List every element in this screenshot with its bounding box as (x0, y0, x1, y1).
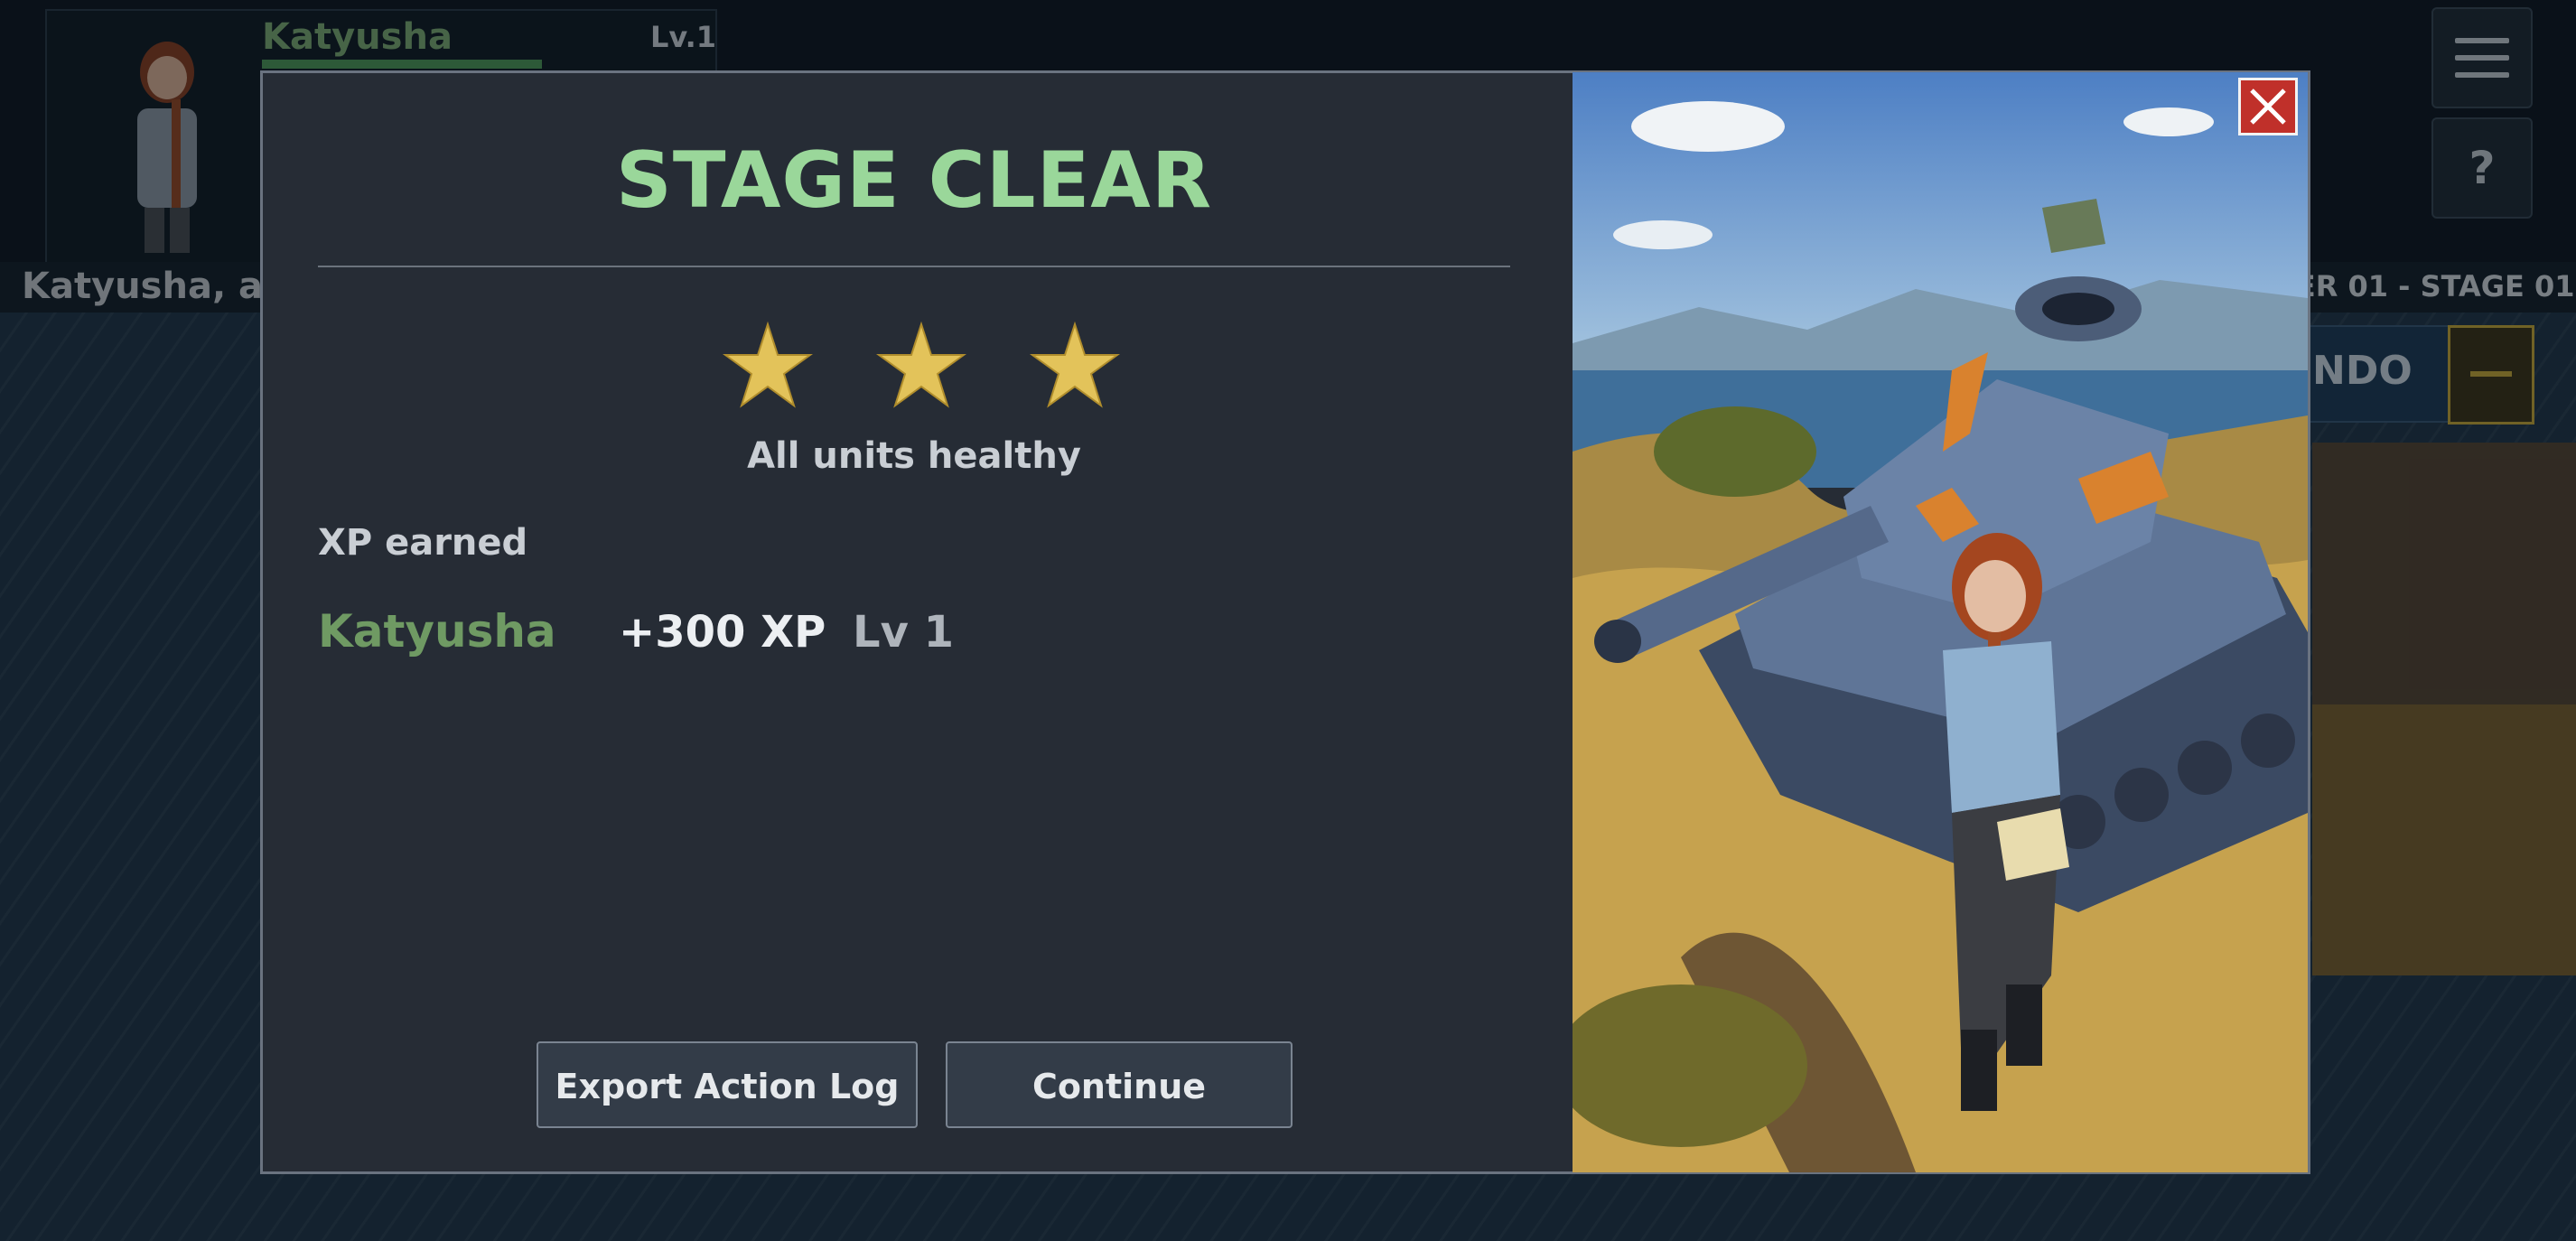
export-action-log-button[interactable]: Export Action Log (537, 1041, 918, 1128)
star-icon (1030, 321, 1120, 408)
xp-level: Lv 1 (853, 607, 954, 658)
close-button[interactable] (2238, 78, 2298, 135)
clear-condition: All units healthy (747, 435, 1081, 477)
star-rating (723, 321, 1120, 420)
dialog-title: STAGE CLEAR (615, 135, 1213, 226)
xp-gain: +300 XP (619, 607, 826, 658)
stage-illustration (1573, 72, 2308, 1172)
xp-unit-name: Katyusha (318, 605, 556, 658)
close-icon (2250, 89, 2286, 125)
star-icon (876, 321, 966, 408)
continue-button[interactable]: Continue (946, 1041, 1293, 1128)
xp-earned-label: XP earned (318, 522, 528, 564)
title-divider (318, 266, 1510, 267)
star-icon (723, 321, 813, 408)
